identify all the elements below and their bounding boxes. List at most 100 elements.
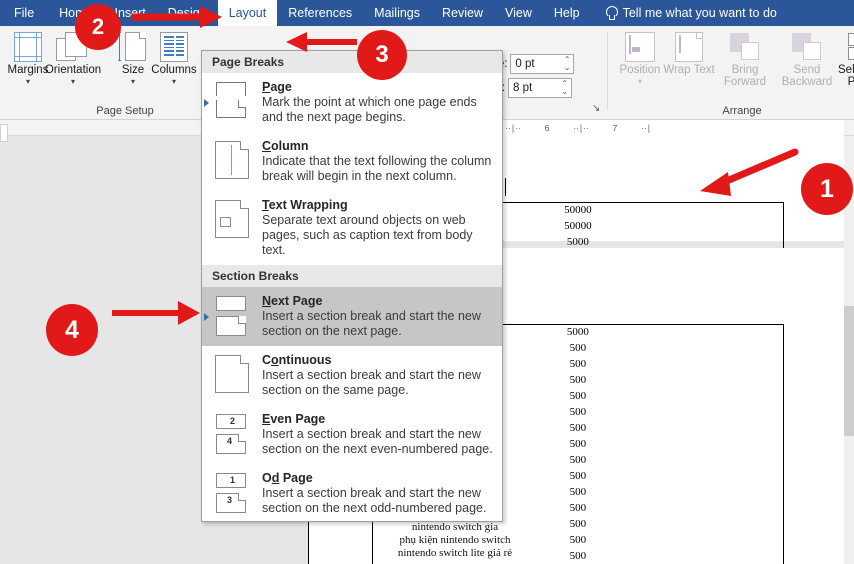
spacing-before-row: re: 0 pt ⌃⌄ <box>494 54 574 74</box>
position-button[interactable]: Position ▾ <box>612 30 668 96</box>
tab-home-label: Home <box>59 6 92 20</box>
spacing-after-value: 8 pt <box>513 82 532 94</box>
word-window: File Home Insert Design Layout Reference… <box>0 0 854 564</box>
tab-view[interactable]: View <box>494 0 543 26</box>
tab-references[interactable]: References <box>277 0 363 26</box>
tab-view-label: View <box>505 6 532 20</box>
spinner-arrows-icon[interactable]: ⌃⌄ <box>564 56 571 72</box>
selection-pane-button[interactable]: Selection Pane <box>838 30 854 96</box>
ribbon-tab-bar: File Home Insert Design Layout Reference… <box>0 0 854 26</box>
tab-mailings[interactable]: Mailings <box>363 0 431 26</box>
tab-design-label: Design <box>168 6 207 20</box>
menu-item-column-title-rest: olumn <box>271 139 309 153</box>
scrollbar-thumb[interactable] <box>844 306 854 436</box>
menu-item-textwrap-description: Separate text around objects on web page… <box>262 213 494 258</box>
odd-page-break-icon: 1 3 <box>212 471 252 516</box>
tell-me-search[interactable]: Tell me what you want to do <box>591 0 785 26</box>
menu-item-evenpage-title-rest: ven Page <box>270 412 325 426</box>
spacing-after-input[interactable]: 8 pt ⌃⌄ <box>508 78 572 98</box>
tell-me-label: Tell me what you want to do <box>623 6 777 20</box>
bring-forward-button[interactable]: Bring Forward <box>714 30 776 96</box>
tab-design[interactable]: Design <box>157 0 218 26</box>
send-backward-button[interactable]: Send Backward <box>774 30 840 96</box>
ruler-dots: ··∣·· <box>505 123 521 134</box>
tab-help[interactable]: Help <box>543 0 591 26</box>
wrap-text-icon <box>675 30 703 64</box>
position-icon <box>625 30 655 64</box>
ruler-mark: 7 <box>613 123 618 133</box>
paragraph-dialog-launcher[interactable]: ↘ <box>592 103 603 114</box>
spacing-before-value: 0 pt <box>515 58 534 70</box>
chevron-down-icon: ▾ <box>172 77 176 86</box>
even-page-icon-number-top: 2 <box>230 416 235 426</box>
menu-item-page-title-rest: age <box>270 80 292 94</box>
selection-pane-label: Selection Pane <box>838 64 854 88</box>
columns-icon <box>160 30 188 64</box>
next-page-break-icon <box>212 294 252 339</box>
menu-item-nextpage-title-rest: ext Page <box>271 294 322 308</box>
tab-insert-label: Insert <box>115 6 146 20</box>
menu-item-continuous[interactable]: Continuous Insert a section break and st… <box>202 346 502 405</box>
columns-label: Columns <box>151 64 196 76</box>
chevron-down-icon: ▾ <box>26 77 30 86</box>
menu-item-column-accel: C <box>262 139 271 153</box>
spacing-after-row: r: 8 pt ⌃⌄ <box>498 78 572 98</box>
menu-item-textwrap-accel: T <box>262 198 269 212</box>
menu-item-page[interactable]: Page Mark the point at which one page en… <box>202 73 502 132</box>
position-label: Position <box>620 64 661 76</box>
menu-item-continuous-accel: o <box>271 353 279 367</box>
tab-layout[interactable]: Layout <box>218 0 278 26</box>
dialog-launcher-icon: ↘ <box>592 103 600 114</box>
selection-marker-icon <box>204 313 209 321</box>
breaks-dropdown-menu: Page Breaks Page Mark the point at which… <box>201 50 503 522</box>
arrange-group-label: Arrange <box>672 105 812 117</box>
tab-review[interactable]: Review <box>431 0 494 26</box>
section-breaks-header-label: Section Breaks <box>212 269 299 283</box>
odd-page-icon-number-bottom: 3 <box>227 495 232 505</box>
tab-review-label: Review <box>442 6 483 20</box>
size-label: Size <box>122 64 144 76</box>
text-wrapping-break-icon <box>212 198 252 258</box>
menu-item-column-description: Indicate that the text following the col… <box>262 154 494 184</box>
chevron-down-icon: ▾ <box>131 77 135 86</box>
size-icon <box>118 30 148 64</box>
menu-item-evenpage-description: Insert a section break and start the new… <box>262 427 494 457</box>
column-break-icon <box>212 139 252 184</box>
menu-section-header-section-breaks: Section Breaks <box>202 265 502 287</box>
chevron-down-icon: ▾ <box>71 77 75 86</box>
vietnamese-line: phụ kiện nintendo switch <box>380 534 530 547</box>
menu-item-nextpage-accel: N <box>262 294 271 308</box>
menu-item-page-description: Mark the point at which one page ends an… <box>262 95 494 125</box>
columns-button[interactable]: Columns ▾ <box>148 30 200 96</box>
tab-file-label: File <box>14 6 34 20</box>
continuous-break-icon <box>212 353 252 398</box>
document-vietnamese-text: nintendo switch gia phụ kiện nintendo sw… <box>380 521 530 560</box>
bring-forward-icon <box>730 30 760 64</box>
ribbon-group-arrange: Position ▾ Wrap Text Bring Forward S <box>612 26 854 120</box>
menu-item-even-page[interactable]: 2 4 Even Page Insert a section break and… <box>202 405 502 464</box>
send-backward-icon <box>792 30 822 64</box>
vertical-scrollbar[interactable] <box>844 136 854 564</box>
tab-mailings-label: Mailings <box>374 6 420 20</box>
menu-item-continuous-title-rest: ntinuous <box>279 353 332 367</box>
even-page-break-icon: 2 4 <box>212 412 252 457</box>
menu-item-next-page[interactable]: Next Page Insert a section break and sta… <box>202 287 502 346</box>
spacing-before-input[interactable]: 0 pt ⌃⌄ <box>510 54 574 74</box>
tab-insert[interactable]: Insert <box>104 0 157 26</box>
size-button[interactable]: Size ▾ <box>113 30 153 96</box>
menu-item-textwrap-title-rest: ext Wrapping <box>269 198 348 212</box>
wrap-text-button[interactable]: Wrap Text <box>662 30 716 96</box>
ruler-dots: ··∣·· <box>573 123 589 134</box>
menu-item-odd-page[interactable]: 1 3 Od Page Insert a section break and s… <box>202 464 502 522</box>
even-page-icon-number-bottom: 4 <box>227 436 232 446</box>
menu-item-oddpage-description: Insert a section break and start the new… <box>262 486 494 516</box>
orientation-button[interactable]: Orientation ▾ <box>36 30 110 96</box>
menu-item-continuous-description: Insert a section break and start the new… <box>262 368 494 398</box>
tab-file[interactable]: File <box>0 0 48 26</box>
menu-item-oddpage-title-rest: Page <box>279 471 312 485</box>
vietnamese-line: nintendo switch gia <box>380 521 530 534</box>
spinner-arrows-icon[interactable]: ⌃⌄ <box>561 80 568 96</box>
menu-item-text-wrapping[interactable]: Text Wrapping Separate text around objec… <box>202 191 502 265</box>
tab-home[interactable]: Home <box>48 0 103 26</box>
menu-item-column[interactable]: Column Indicate that the text following … <box>202 132 502 191</box>
